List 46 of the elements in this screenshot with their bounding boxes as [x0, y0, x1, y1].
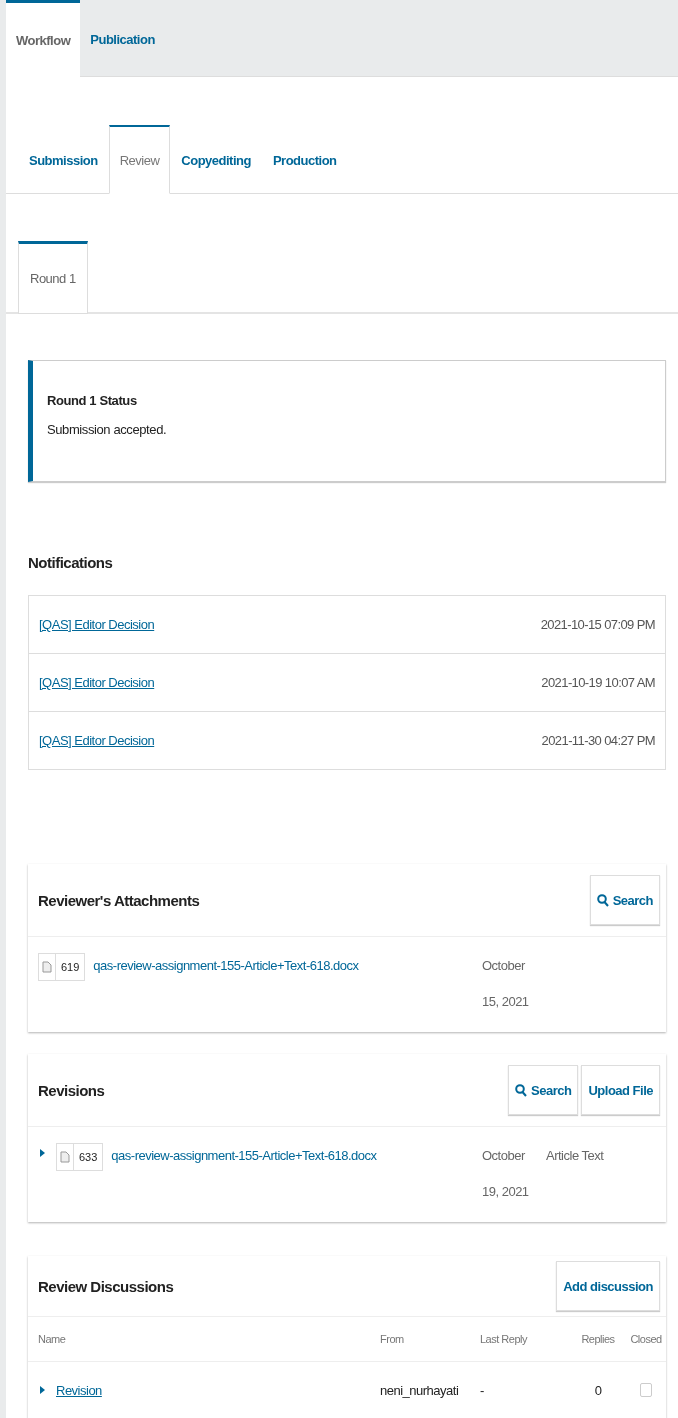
file-type: Article Text: [546, 1147, 605, 1165]
table-cell: -: [480, 1382, 484, 1398]
file-date: October 15, 2021: [482, 957, 530, 1011]
file-date: October 19, 2021: [482, 1147, 530, 1201]
column-header: Replies: [570, 1317, 626, 1362]
panel-title: Revisions: [38, 1081, 105, 1099]
file-link[interactable]: qas-review-assignment-155-Article+Text-618.docx: [111, 1143, 377, 1169]
action-button[interactable]: Upload File: [581, 1065, 660, 1115]
notification-date: 2021-11-30 04:27 PM: [541, 733, 655, 748]
status-message: Submission accepted.: [47, 422, 168, 437]
stage-tab[interactable]: Submission: [18, 125, 109, 194]
stage-tab[interactable]: Production: [261, 125, 348, 194]
file-icon: [60, 1151, 70, 1163]
status-title: Round 1 Status: [47, 393, 138, 408]
file-id-badge: 619: [38, 953, 86, 981]
table-cell: neni_nurhayati: [380, 1382, 459, 1398]
panel-title: Review Discussions: [38, 1277, 174, 1295]
stage-tab[interactable]: Review: [108, 125, 171, 194]
file-link[interactable]: qas-review-assignment-155-Article+Text-618.docx: [93, 953, 359, 979]
notification-link[interactable]: [QAS] Editor Decision: [39, 675, 155, 690]
stage-tab[interactable]: Copyediting: [170, 125, 262, 194]
column-header: Closed: [626, 1317, 666, 1362]
round-tab[interactable]: Round 1: [18, 241, 88, 314]
column-header: Name: [28, 1317, 380, 1362]
action-button[interactable]: Add discussion: [556, 1261, 660, 1311]
notification-link[interactable]: [QAS] Editor Decision: [39, 617, 155, 632]
search-icon: [515, 1083, 528, 1097]
column-header: From: [380, 1317, 480, 1362]
panel-title: Reviewer's Attachments: [38, 891, 200, 909]
search-button[interactable]: Search: [589, 875, 660, 925]
table-cell: 0: [594, 1382, 602, 1398]
column-header: Last Reply: [480, 1317, 570, 1362]
closed-checkbox[interactable]: [640, 1383, 652, 1397]
triangle-icon: [38, 1385, 46, 1395]
file-id-badge: 633: [56, 1143, 104, 1171]
tab[interactable]: Publication: [80, 0, 165, 76]
notification-date: 2021-10-19 10:07 AM: [541, 675, 655, 690]
triangle-icon: [38, 1148, 46, 1158]
notification-link[interactable]: [QAS] Editor Decision: [39, 733, 155, 748]
section-heading: Notifications: [28, 554, 114, 571]
tab[interactable]: Workflow: [6, 0, 81, 77]
file-icon: [42, 961, 52, 973]
notification-date: 2021-10-15 07:09 PM: [540, 617, 655, 632]
search-button[interactable]: Search: [508, 1065, 579, 1115]
discussion-link[interactable]: Revision: [56, 1382, 102, 1398]
search-icon: [596, 893, 609, 907]
